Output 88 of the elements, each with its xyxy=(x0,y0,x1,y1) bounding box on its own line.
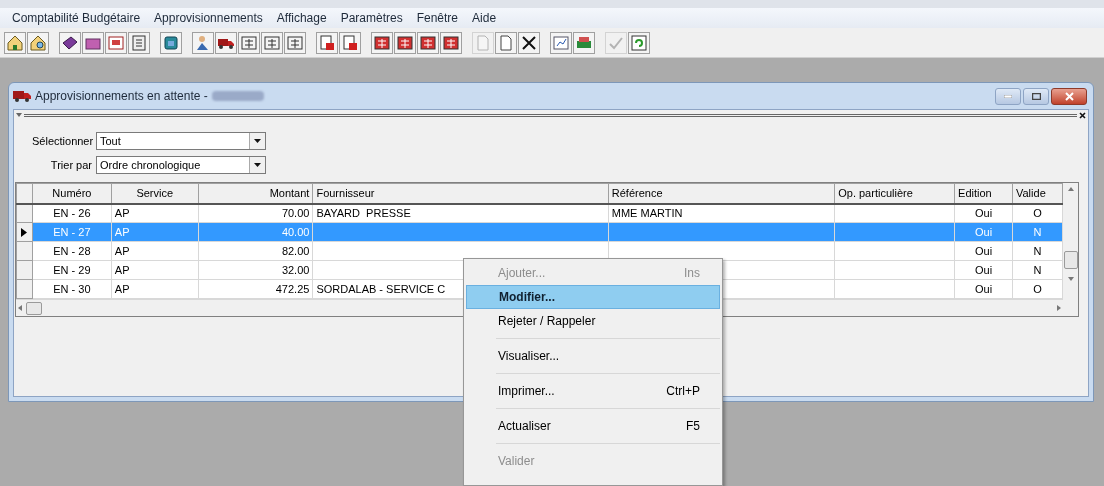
table-cell: O xyxy=(1012,279,1063,299)
table-cell: AP xyxy=(111,203,199,223)
grid-icon xyxy=(286,33,304,52)
minimize-icon xyxy=(1004,94,1012,98)
table-cell: EN - 30 xyxy=(32,279,112,299)
toolbar-button[interactable] xyxy=(417,31,439,54)
table-cell: 32.00 xyxy=(198,260,313,280)
page-icon xyxy=(341,33,359,52)
table-cell: 82.00 xyxy=(198,241,313,261)
menu-item[interactable]: Paramètres xyxy=(334,9,409,27)
table-cell: AP xyxy=(111,260,199,280)
blurred-text xyxy=(211,91,264,101)
vertical-scrollbar[interactable] xyxy=(1063,183,1078,316)
refresh-icon xyxy=(630,33,648,52)
table-cell: N xyxy=(1012,260,1063,280)
window-title: Approvisionnements en attente - xyxy=(35,88,208,105)
grid-icon xyxy=(442,33,460,52)
house-icon xyxy=(6,33,24,52)
scroll-down-icon xyxy=(1067,277,1074,281)
table-cell: AP xyxy=(111,279,199,299)
table-cell: Oui xyxy=(954,203,1013,223)
table-cell: Oui xyxy=(954,279,1013,299)
scroll-up-icon xyxy=(1067,187,1074,191)
house-magnifier-icon xyxy=(29,33,47,52)
grid-icon xyxy=(419,33,437,52)
maximize-icon xyxy=(1031,92,1041,100)
scrollbar-thumb[interactable] xyxy=(1063,251,1078,269)
dropdown-arrow-icon xyxy=(254,139,261,143)
toolbar-button[interactable] xyxy=(394,31,416,54)
maximize-button[interactable] xyxy=(1023,87,1049,105)
menu-item[interactable]: Affichage xyxy=(270,9,333,27)
scroll-right-icon xyxy=(1057,305,1061,311)
toolbar-button[interactable] xyxy=(27,31,49,54)
table-cell: EN - 29 xyxy=(32,260,112,280)
scrollbar-thumb[interactable] xyxy=(26,301,42,315)
table-cell: MME MARTIN xyxy=(608,203,835,223)
toolbar-button[interactable] xyxy=(518,31,540,54)
scroll-left-icon xyxy=(18,305,22,311)
toolbar-button[interactable] xyxy=(440,31,462,54)
page-icon xyxy=(474,33,492,52)
collapse-arrow-icon xyxy=(16,112,22,118)
table-cell: O xyxy=(1012,203,1063,223)
menu-item[interactable]: Visualiser... xyxy=(466,344,720,368)
column-header[interactable]: Numéro xyxy=(32,183,112,204)
page-icon xyxy=(497,33,515,52)
chart-icon xyxy=(552,33,570,52)
menu-item[interactable]: Modifier... xyxy=(466,285,720,309)
close-icon xyxy=(1079,111,1086,119)
grid-icon xyxy=(263,33,281,52)
toolbar-button[interactable] xyxy=(215,31,237,54)
menu-item[interactable]: Approvisionnements xyxy=(148,9,269,27)
menu-item[interactable]: Actualiser F5 xyxy=(466,414,720,438)
grid-icon xyxy=(396,33,414,52)
table-cell: Oui xyxy=(954,260,1013,280)
dropdown[interactable]: Ordre chronologique xyxy=(96,156,266,174)
menu-item[interactable]: Fenêtre xyxy=(410,9,465,27)
table-cell: EN - 28 xyxy=(32,241,112,261)
dropdown[interactable]: Tout xyxy=(96,132,266,150)
field-label: Sélectionner xyxy=(32,133,94,149)
toolbar-button[interactable] xyxy=(4,31,26,54)
truck-icon xyxy=(13,90,31,102)
menu-item[interactable]: Imprimer... Ctrl+P xyxy=(466,379,720,403)
column-header[interactable]: Edition xyxy=(954,183,1013,204)
table-cell: EN - 26 xyxy=(32,203,112,223)
table-cell: Oui xyxy=(954,241,1013,261)
column-header[interactable]: Service xyxy=(111,183,199,204)
table-cell: N xyxy=(1012,241,1063,261)
close-button[interactable] xyxy=(1051,87,1087,105)
column-header[interactable]: Montant xyxy=(198,183,313,204)
grid-icon xyxy=(240,33,258,52)
grid-icon xyxy=(373,33,391,52)
toolbar-button[interactable] xyxy=(371,31,393,54)
page-icon xyxy=(318,33,336,52)
table-cell: BAYARD PRESSE xyxy=(312,203,609,223)
table-cell: 472.25 xyxy=(198,279,313,299)
document-icon xyxy=(130,33,148,52)
menu-item[interactable]: Rejeter / Rappeler xyxy=(466,309,720,333)
column-header[interactable]: Référence xyxy=(608,183,835,204)
column-header[interactable]: Op. particulière xyxy=(834,183,955,204)
menu-item[interactable]: Aide xyxy=(466,9,503,27)
column-header[interactable]: Fournisseur xyxy=(312,183,609,204)
table-cell: AP xyxy=(111,241,199,261)
dropdown-arrow-icon xyxy=(254,163,261,167)
delete-icon xyxy=(520,33,538,52)
field-label: Trier par xyxy=(49,157,93,173)
close-icon xyxy=(1064,91,1074,101)
table-cell: 70.00 xyxy=(198,203,313,223)
menu-item[interactable]: Comptabilité Budgétaire xyxy=(6,9,147,27)
